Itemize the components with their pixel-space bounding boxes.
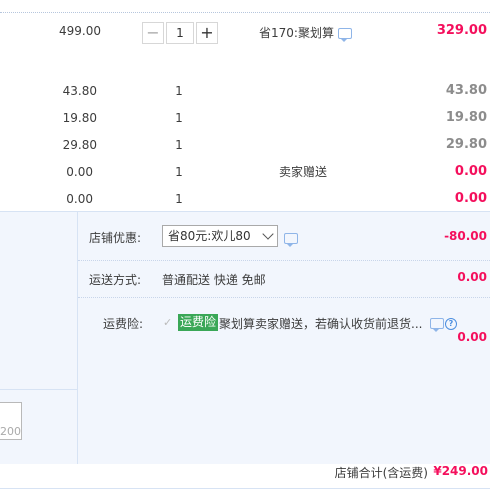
panel-divider bbox=[0, 389, 78, 390]
shipping-amount: 0.00 bbox=[457, 270, 487, 284]
item-total: 19.80 bbox=[445, 110, 487, 125]
item-total: 0.00 bbox=[454, 164, 487, 179]
bottom-divider bbox=[0, 488, 490, 489]
insurance-icons: ? bbox=[430, 316, 457, 332]
section-divider bbox=[78, 260, 490, 261]
insurance-checkbox[interactable]: ✓ bbox=[163, 317, 174, 328]
insurance-amount: 0.00 bbox=[457, 330, 487, 344]
help-icon[interactable]: ? bbox=[445, 317, 457, 330]
section-divider bbox=[78, 297, 490, 298]
shop-total-label: 店铺合计(含运费) bbox=[334, 466, 428, 480]
item-total: 29.80 bbox=[445, 137, 487, 152]
message-input[interactable]: 200 bbox=[0, 402, 22, 440]
item-total: 0.00 bbox=[454, 191, 487, 206]
comment-icon[interactable] bbox=[430, 318, 444, 332]
top-divider bbox=[0, 12, 490, 13]
item-total: 43.80 bbox=[445, 83, 487, 98]
item-total: 329.00 bbox=[436, 23, 487, 38]
shop-discount-amount: -80.00 bbox=[444, 229, 487, 243]
shop-total-amount: ¥249.00 bbox=[433, 464, 488, 478]
insurance-tag: 运费险 bbox=[178, 314, 219, 331]
